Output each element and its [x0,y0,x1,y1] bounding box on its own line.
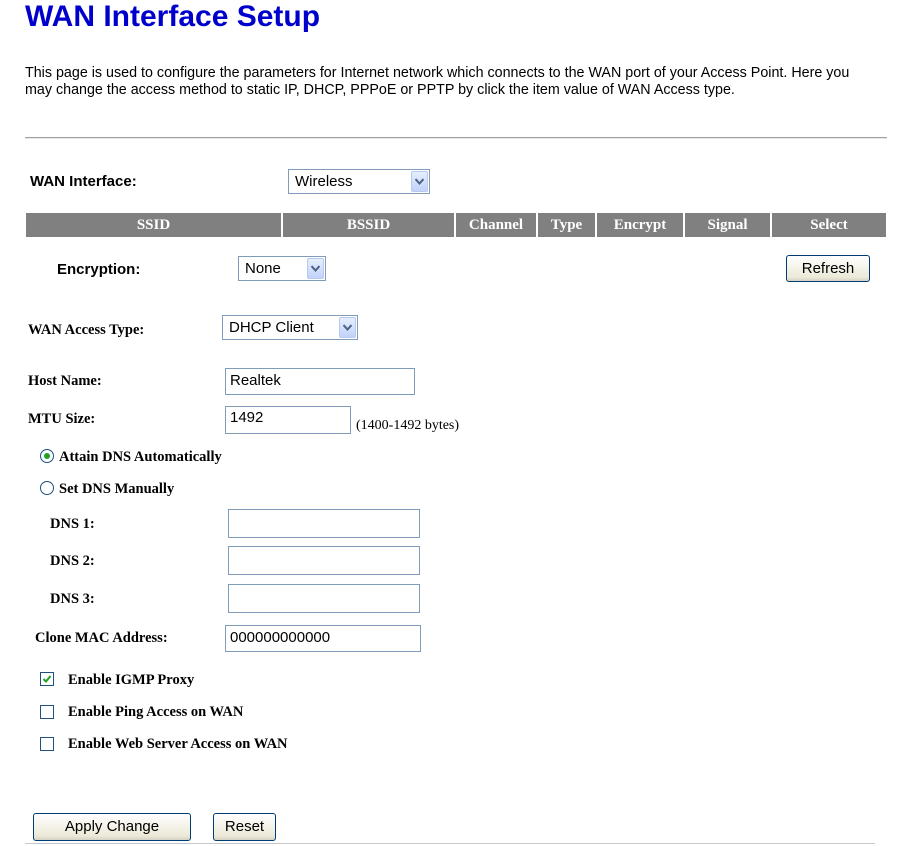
wan-interface-label: WAN Interface: [30,173,137,190]
chevron-down-icon [307,258,324,279]
column-header-signal: Signal [685,213,772,237]
wan-access-type-value: DHCP Client [229,319,314,336]
enable-web-server-access-label: Enable Web Server Access on WAN [68,736,288,752]
dns1-label: DNS 1: [50,516,95,532]
page-title: WAN Interface Setup [25,0,321,33]
mtu-size-input[interactable]: 1492 [225,406,351,434]
encryption-select[interactable]: None [238,256,326,281]
dns3-label: DNS 3: [50,591,95,607]
apply-change-button[interactable]: Apply Change [33,813,191,841]
clone-mac-address-label: Clone MAC Address: [35,630,168,646]
clone-mac-address-value: 000000000000 [230,629,331,646]
attain-dns-automatically-label: Attain DNS Automatically [59,449,222,465]
page-description: This page is used to configure the param… [25,65,850,98]
checkbox-unchecked-icon[interactable] [40,705,54,719]
mtu-size-hint: (1400-1492 bytes) [356,418,460,433]
divider [25,843,875,844]
radio-selected-icon[interactable] [40,449,54,463]
host-name-value: Realtek [230,372,281,389]
column-header-ssid: SSID [26,213,283,237]
encryption-value: None [245,260,281,277]
mtu-size-value: 1492 [230,409,264,426]
dns2-input[interactable] [228,546,420,575]
enable-igmp-proxy-label: Enable IGMP Proxy [68,672,195,688]
wan-access-type-label: WAN Access Type: [28,322,145,338]
wan-access-type-select[interactable]: DHCP Client [222,315,358,340]
host-name-label: Host Name: [28,373,102,389]
column-header-encrypt: Encrypt [597,213,685,237]
dns1-input[interactable] [228,509,420,538]
column-header-bssid: BSSID [283,213,456,237]
radio-unselected-icon[interactable] [40,481,54,495]
dns2-label: DNS 2: [50,553,95,569]
set-dns-manually-label: Set DNS Manually [59,481,175,497]
site-survey-table-header: SSID BSSID Channel Type Encrypt Signal S… [26,213,886,237]
checkbox-checked-icon[interactable] [40,672,54,686]
column-header-select: Select [810,217,848,233]
reset-button[interactable]: Reset [213,813,276,841]
chevron-down-icon [339,317,356,338]
host-name-input[interactable]: Realtek [225,368,415,395]
checkbox-unchecked-icon[interactable] [40,737,54,751]
divider [25,137,887,139]
refresh-button[interactable]: Refresh [786,255,870,282]
wan-interface-select[interactable]: Wireless [288,169,430,194]
dns3-input[interactable] [228,584,420,613]
wan-interface-value: Wireless [295,173,353,190]
column-header-type: Type [538,213,597,237]
clone-mac-address-input[interactable]: 000000000000 [225,625,421,652]
enable-ping-access-label: Enable Ping Access on WAN [68,704,244,720]
column-header-channel: Channel [456,213,538,237]
chevron-down-icon [411,171,428,192]
mtu-size-label: MTU Size: [28,411,96,427]
encryption-label: Encryption: [57,261,141,278]
